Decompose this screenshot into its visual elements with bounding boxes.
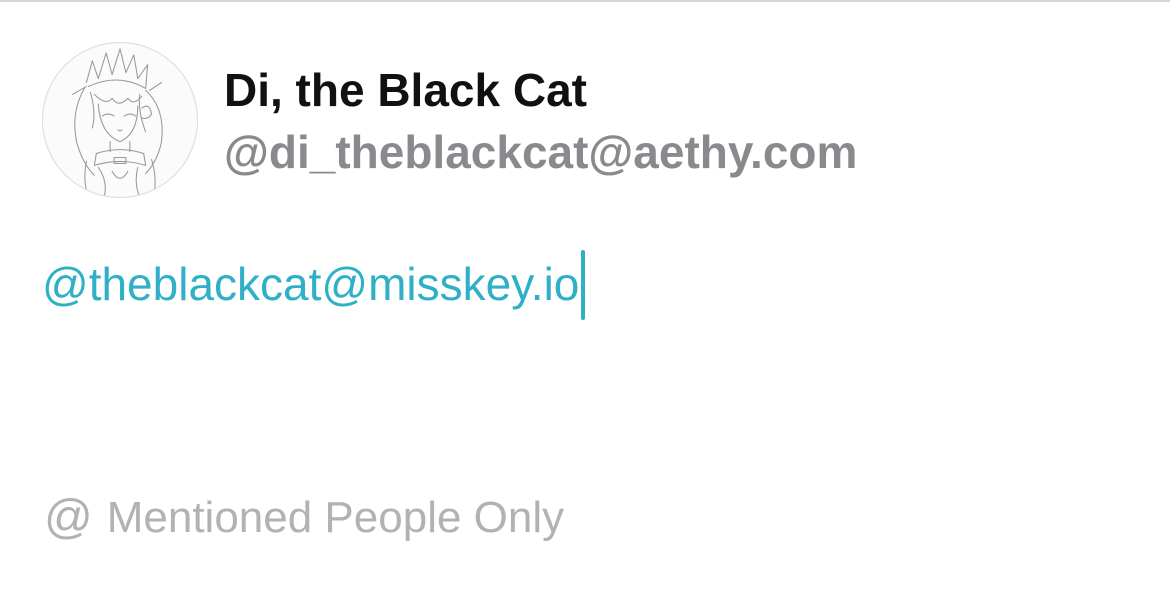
- account-handle: @di_theblackcat@aethy.com: [224, 126, 858, 178]
- display-name: Di, the Black Cat: [224, 64, 587, 116]
- avatar-sketch-icon: [72, 48, 163, 197]
- compose-text-area[interactable]: @theblackcat@misskey.io: [42, 248, 1128, 328]
- text-caret: [581, 249, 586, 320]
- visibility-label: Mentioned People Only: [106, 493, 565, 542]
- at-sign-icon: @: [44, 491, 93, 544]
- mention-text: @theblackcat@misskey.io: [42, 258, 580, 310]
- top-divider: [0, 0, 1170, 2]
- avatar[interactable]: [42, 42, 198, 198]
- visibility-selector[interactable]: @ Mentioned People Only: [44, 488, 564, 548]
